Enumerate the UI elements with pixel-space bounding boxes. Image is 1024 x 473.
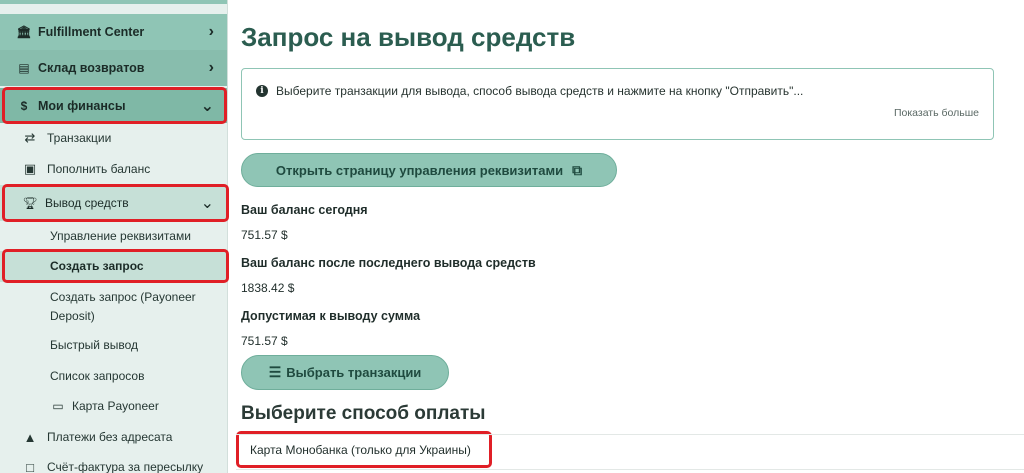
main-content: Запрос на вывод средств i Выберите транз… [228, 0, 1024, 473]
sidebar-item-withdraw[interactable]: 🏆︎ Вывод средств ⌄ [0, 185, 227, 221]
sidebar-subitem-create-payoneer[interactable]: Создать запрос (Payoneer Deposit) [0, 288, 227, 326]
chevron-down-icon: ⌄ [200, 195, 214, 212]
info-message: i Выберите транзакции для вывода, способ… [256, 84, 803, 98]
sidebar-item-finances[interactable]: $ Мои финансы ⌄ [0, 88, 227, 123]
balance-after-label: Ваш баланс после последнего вывода средс… [241, 256, 536, 270]
sidebar-section-top[interactable] [0, 0, 227, 4]
sidebar-subitem-requests-list[interactable]: Список запросов [0, 366, 227, 386]
open-requisites-button[interactable]: Открыть страницу управления реквизитами … [241, 153, 617, 187]
sidebar-item-invoice[interactable]: □ Счёт-фактура за пересылку [0, 452, 227, 473]
sidebar-item-label: Управление реквизитами [50, 228, 191, 243]
sidebar-subitem-create-request[interactable]: Создать запрос [0, 251, 227, 282]
show-more-link[interactable]: Показать больше [894, 107, 979, 119]
exchange-arrows-icon: ⇄ [24, 130, 36, 145]
sidebar-item-label: Мои финансы [38, 98, 126, 113]
sidebar-item-label: Платежи без адресата [47, 430, 173, 444]
sidebar-item-fulfillment[interactable]: 🏛︎ Fulfillment Center › [0, 14, 227, 50]
trophy-icon: 🏆︎ [22, 196, 38, 210]
balance-today-label: Ваш баланс сегодня [241, 203, 368, 217]
external-link-icon: ⧉ [572, 161, 583, 178]
select-transactions-label: Выбрать транзакции [286, 365, 422, 380]
money-bill-icon: ▣ [23, 161, 37, 176]
list-box-icon: ▤ [18, 61, 30, 75]
warning-icon: ▲ [23, 429, 37, 445]
info-box: i Выберите транзакции для вывода, способ… [241, 68, 994, 140]
sidebar-item-label: Fulfillment Center [38, 25, 145, 39]
info-text: Выберите транзакции для вывода, способ в… [276, 84, 804, 98]
balance-after-value: 1838.42 $ [241, 281, 295, 295]
sidebar-item-topup[interactable]: ▣ Пополнить баланс [0, 154, 227, 184]
sidebar-item-transactions[interactable]: ⇄ Транзакции [0, 123, 227, 153]
open-requisites-label: Открыть страницу управления реквизитами [275, 162, 564, 178]
sidebar-item-label: Пополнить баланс [47, 162, 151, 176]
sidebar-subitem-manage-requisites[interactable]: Управление реквизитами [0, 226, 227, 246]
payment-option-row[interactable]: Карта Монобанка (только для Украины) [236, 434, 1024, 470]
sidebar-item-label: Создать запрос (Payoneer [50, 290, 196, 304]
sidebar-subitem-payoneer-card[interactable]: ▭ Карта Payoneer [0, 396, 227, 416]
sidebar-item-label: Deposit) [50, 309, 95, 323]
sidebar-item-label: Склад возвратов [38, 61, 145, 75]
chevron-down-icon: ⌄ [200, 97, 214, 115]
info-icon: i [256, 85, 268, 97]
sidebar-subitem-quick-withdraw[interactable]: Быстрый вывод [0, 335, 227, 355]
sidebar-item-returns[interactable]: ▤ Склад возвратов › [0, 50, 227, 86]
document-icon: □ [26, 459, 34, 473]
select-transactions-button[interactable]: ☰ Выбрать транзакции [241, 355, 449, 390]
sidebar-item-label: Быстрый вывод [50, 337, 138, 352]
allowed-amount-value: 751.57 $ [241, 334, 288, 348]
sidebar-item-label: Список запросов [50, 368, 145, 383]
balance-today-value: 751.57 $ [241, 228, 288, 242]
credit-card-icon: ▭ [52, 398, 64, 413]
allowed-amount-label: Допустимая к выводу сумма [241, 309, 421, 323]
page-title: Запрос на вывод средств [241, 22, 576, 52]
sidebar-item-label: Карта Payoneer [72, 398, 159, 413]
warehouse-icon: 🏛︎ [16, 25, 32, 39]
sidebar-item-unaddressed-payments[interactable]: ▲ Платежи без адресата [0, 422, 227, 452]
chevron-right-icon: › [208, 59, 214, 76]
sidebar-item-label: Вывод средств [45, 196, 129, 210]
list-icon: ☰ [268, 364, 282, 380]
payment-method-title: Выберите способ оплаты [241, 403, 486, 424]
sidebar-item-label: Создать запрос [50, 259, 144, 273]
sidebar-item-label: Транзакции [47, 131, 112, 145]
sidebar-item-label: Счёт-фактура за пересылку [47, 460, 204, 473]
sidebar: 🏛︎ Fulfillment Center › ▤ Склад возврато… [0, 0, 228, 473]
dollar-icon: $ [20, 98, 28, 113]
chevron-right-icon: › [208, 23, 214, 40]
payment-option-monobank: Карта Монобанка (только для Украины) [250, 443, 471, 457]
